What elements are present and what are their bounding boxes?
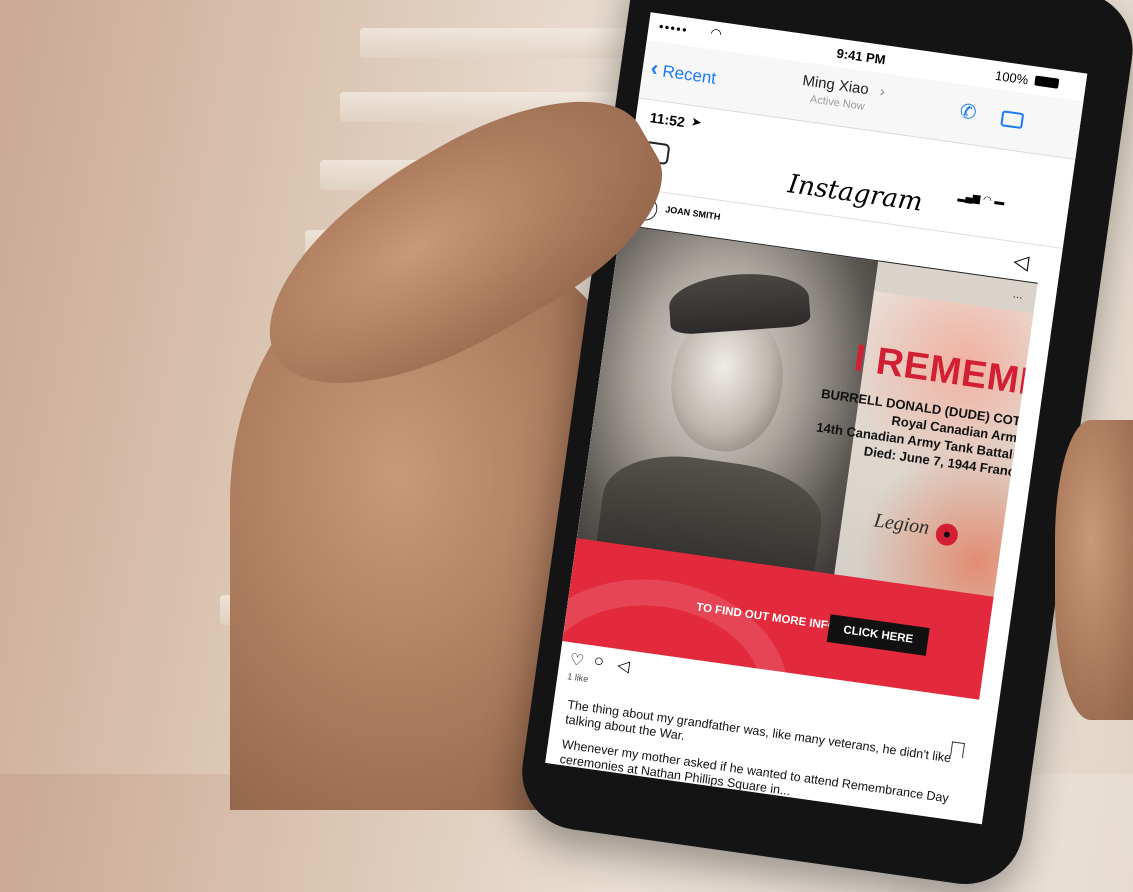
post-image[interactable]: ... I REMEMBER BURRELL DONALD (DUDE) COT… <box>562 224 1038 700</box>
chevron-right-icon: › <box>878 83 886 101</box>
back-button[interactable]: ‹ Recent <box>649 55 718 90</box>
comment-icon[interactable]: ○ <box>592 651 606 672</box>
cap <box>667 269 811 336</box>
more-options-icon[interactable]: ... <box>1012 287 1024 302</box>
signal-icon: ●●●●● <box>658 21 689 35</box>
heart-icon[interactable]: ♡ <box>568 649 586 671</box>
click-here-button[interactable]: CLICK HERE <box>826 614 930 656</box>
battery-percent: 100% <box>994 67 1030 88</box>
send-icon[interactable]: ◁ <box>1012 248 1031 275</box>
location-arrow-icon: ➤ <box>690 116 702 130</box>
post-username[interactable]: JOAN SMITH <box>665 204 721 222</box>
wifi-icon: ◠ <box>709 24 723 42</box>
share-icon[interactable]: ◁ <box>616 655 631 677</box>
like-count: 1 like <box>566 671 589 685</box>
right-fingers <box>1055 420 1133 720</box>
status-time: 9:41 PM <box>835 45 887 68</box>
ig-time: 11:52 <box>648 109 686 131</box>
back-label: Recent <box>661 61 718 88</box>
app-title: Instagram <box>785 169 925 218</box>
battery-icon <box>1034 75 1060 89</box>
ig-signal-icon: ▂▄▆ ◠ ▬ <box>957 190 1006 209</box>
phone-call-icon[interactable]: ✆ <box>958 98 978 125</box>
video-call-icon[interactable] <box>1000 110 1025 130</box>
chevron-left-icon: ‹ <box>649 54 660 81</box>
